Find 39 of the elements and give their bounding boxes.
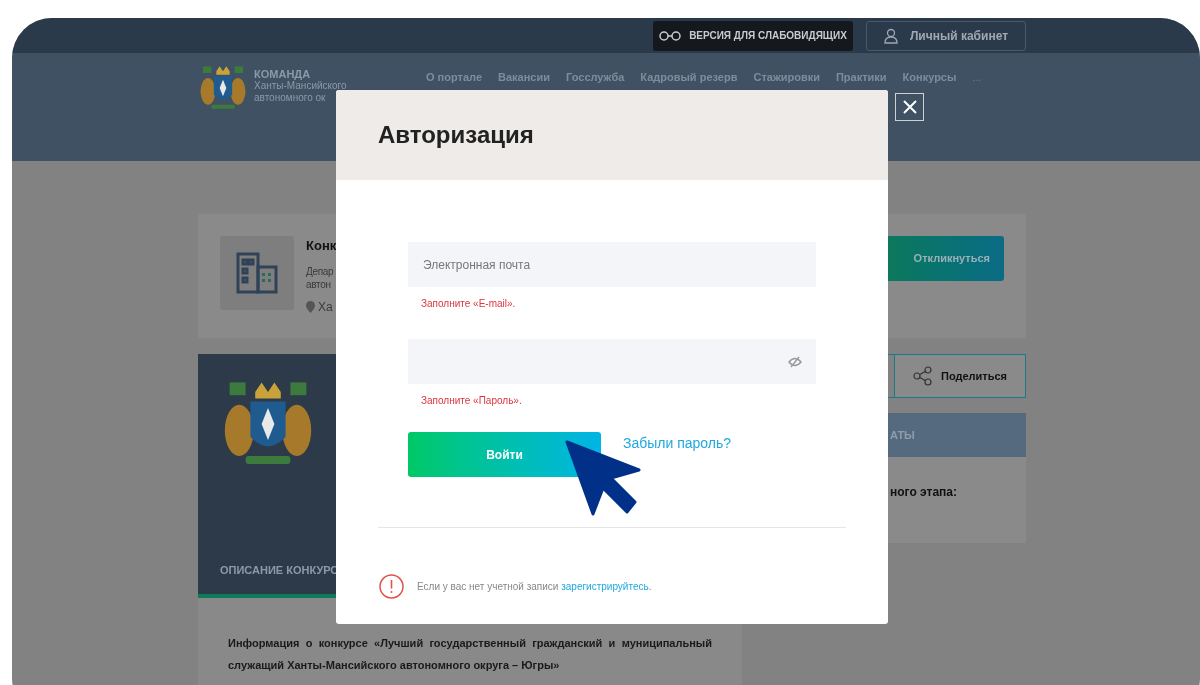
glasses-icon — [659, 29, 682, 42]
account-button[interactable]: Личный кабинет — [866, 20, 1026, 51]
nav-link[interactable]: Стажировки — [753, 69, 820, 86]
info-text: Информация о конкурсе «Лучший государственный гражданский и муниципальный служащий Ханты-Мансийского автономного округа – Югры» — [228, 636, 712, 673]
nav-link[interactable]: Конкурсы — [902, 69, 957, 86]
nav-link[interactable]: Кадровый резерв — [640, 69, 738, 86]
error-message: Заполните «Пароль». — [421, 394, 523, 408]
error-message: Заполните «E-mail». — [421, 297, 517, 311]
nav-link[interactable]: Практики — [835, 69, 887, 86]
password-field[interactable] — [408, 339, 816, 384]
email-field[interactable]: Электронная почта — [408, 242, 816, 287]
close-button[interactable] — [895, 93, 924, 121]
side-card-text: ного этапа: — [890, 484, 959, 501]
forgot-password-link[interactable]: Забыли пароль? — [623, 433, 732, 454]
user-icon — [883, 27, 898, 44]
more-menu[interactable]: ... — [972, 69, 982, 86]
accessibility-button[interactable]: ВЕРСИЯ ДЛЯ СЛАБОВИДЯЩИХ — [653, 20, 853, 51]
logo-title: КОМАНДА — [254, 68, 311, 81]
register-link[interactable]: зарегистрируйтесь — [561, 581, 649, 592]
logo-subtitle: автономного ок — [254, 92, 327, 105]
nav-link[interactable]: Вакансии — [498, 69, 550, 86]
logo-subtitle: Ханты-Мансийского — [254, 80, 347, 93]
nav-link[interactable]: О портале — [426, 69, 482, 86]
login-button[interactable]: Войти — [408, 432, 601, 477]
location-text: Ха — [318, 298, 333, 316]
register-notice: Если у вас нет учетной записи зарегистрируйтесь. — [417, 580, 652, 594]
contest-title: Конк — [306, 237, 338, 255]
warning-icon — [379, 574, 404, 599]
share-button[interactable]: Поделиться — [894, 354, 1026, 398]
nav-link[interactable]: Госслужба — [566, 69, 625, 86]
department-text: автон — [306, 277, 332, 291]
side-card-title: АТЫ — [890, 427, 915, 443]
dialog-title: Авторизация — [378, 120, 534, 150]
close-icon — [901, 99, 918, 115]
location-pin-icon — [306, 300, 315, 313]
share-icon — [913, 366, 933, 386]
building-icon — [235, 251, 279, 295]
hidden-eye-icon[interactable] — [788, 355, 802, 368]
department-text: Депар — [306, 264, 335, 278]
